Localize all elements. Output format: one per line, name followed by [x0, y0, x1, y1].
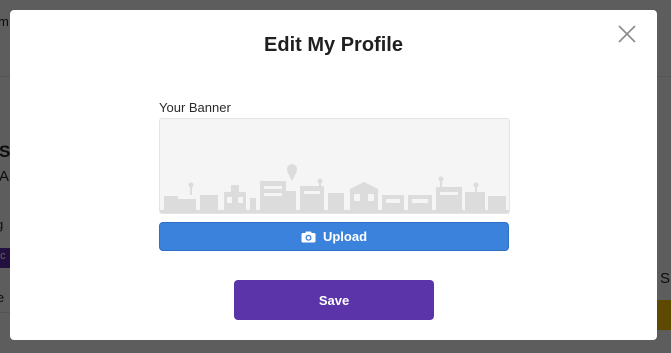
save-button-label: Save [318, 292, 350, 308]
save-button[interactable]: Save [234, 280, 434, 320]
edit-profile-modal: Edit My Profile Your Banner Upload Save [10, 10, 657, 340]
modal-title: Edit My Profile [264, 34, 403, 56]
upload-button-label: Upload [322, 229, 368, 244]
city-skyline-illustration [160, 164, 509, 213]
upload-button[interactable]: Upload [159, 222, 509, 251]
banner-label: Your Banner [159, 100, 231, 115]
close-icon [618, 25, 636, 43]
close-button[interactable] [617, 24, 637, 44]
camera-icon [301, 231, 316, 242]
banner-preview [159, 118, 510, 214]
